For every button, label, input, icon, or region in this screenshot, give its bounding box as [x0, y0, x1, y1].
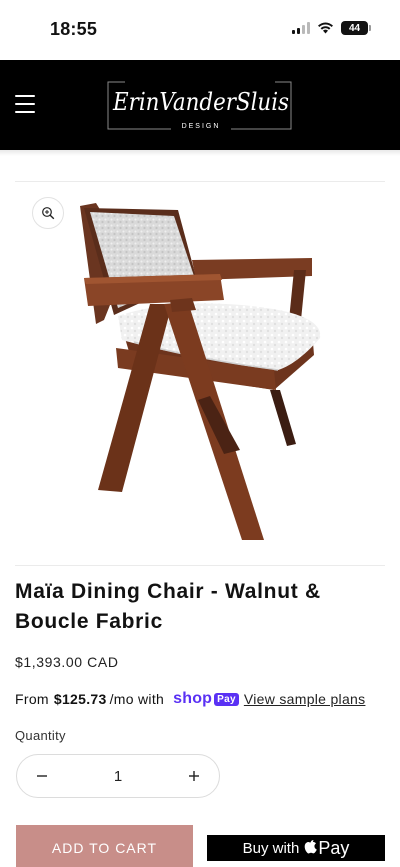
quantity-input[interactable] [88, 767, 148, 785]
zoom-button[interactable] [32, 197, 64, 229]
zoom-in-icon [42, 207, 55, 220]
apple-pay-word: Pay [318, 837, 350, 858]
shop-pay-installments: From $125.73 /mo with shop Pay View samp… [15, 690, 365, 708]
status-time: 18:55 [50, 19, 98, 39]
increase-quantity-button[interactable] [181, 763, 207, 789]
battery-icon: 44 [341, 21, 371, 35]
installments-prefix: From [15, 691, 49, 707]
logo-script: ErinVanderSluis [112, 88, 289, 116]
hamburger-icon[interactable] [15, 95, 35, 113]
minus-icon [37, 775, 47, 777]
decrease-quantity-button[interactable] [29, 763, 55, 789]
product-image[interactable] [74, 200, 330, 545]
status-icons: 44 [292, 21, 371, 35]
header-shadow [0, 150, 400, 156]
logo-sub: DESIGN [182, 123, 221, 130]
view-sample-plans-link[interactable]: View sample plans [244, 691, 366, 707]
shop-pay-word: shop [173, 690, 213, 707]
plus-icon [189, 771, 199, 781]
installments-suffix: /mo with [109, 691, 165, 707]
installments-amount: $125.73 [53, 691, 107, 707]
divider [15, 565, 385, 566]
shop-pay-logo: shop Pay [173, 690, 239, 708]
product-title: Maïa Dining Chair - Walnut & Boucle Fabr… [15, 580, 321, 633]
apple-pay-mark: Pay [304, 838, 349, 859]
shop-pay-badge: Pay [214, 692, 239, 706]
buy-with-label: Buy with [242, 839, 300, 857]
brand-logo[interactable]: ErinVanderSluis DESIGN [103, 72, 299, 140]
apple-icon [305, 840, 318, 854]
signal-icon [292, 22, 310, 34]
wifi-icon [318, 22, 333, 34]
status-bar: 18:55 44 [0, 0, 400, 60]
quantity-label: Quantity [15, 728, 66, 743]
apple-pay-button[interactable]: Buy with Pay [207, 835, 385, 861]
divider [15, 181, 385, 182]
product-price: $1,393.00 CAD [15, 654, 119, 670]
site-header: ErinVanderSluis DESIGN [0, 60, 400, 150]
add-to-cart-button[interactable]: ADD TO CART [16, 825, 193, 867]
quantity-stepper [16, 754, 220, 798]
